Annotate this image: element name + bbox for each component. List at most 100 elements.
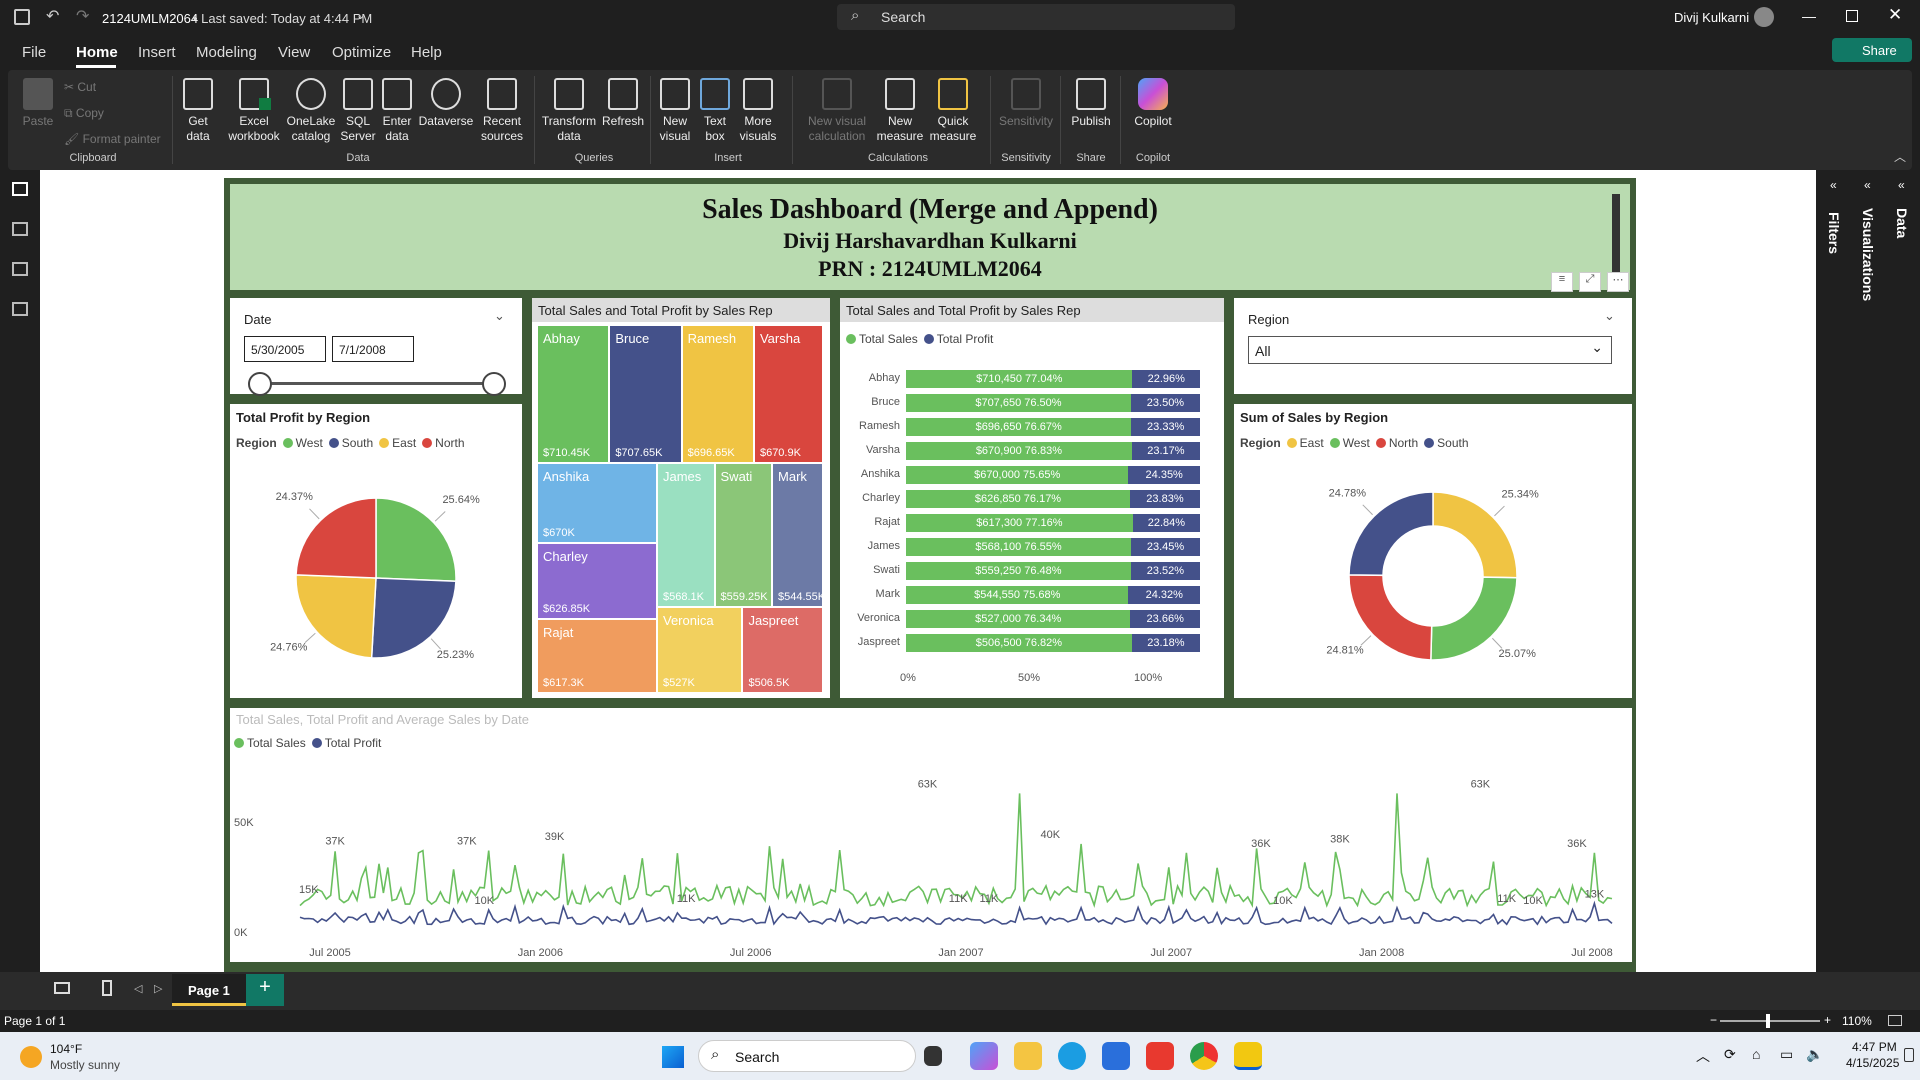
bar-total-profit[interactable]: 23.17% [1131, 442, 1200, 460]
mobile-layout-icon[interactable] [102, 980, 112, 996]
line-chart[interactable]: 50K 0K Jul 2005 Jan 2006 Jul 2006 Jan 2007 Jul… [230, 758, 1632, 962]
zoom-in-icon[interactable]: + [1824, 1013, 1831, 1027]
transform-data-button[interactable]: Transform data [540, 78, 598, 144]
display-icon[interactable]: ▭ [1780, 1046, 1793, 1063]
menu-home[interactable]: Home [76, 44, 118, 61]
collapse-ribbon-icon[interactable]: ︿ [1894, 148, 1906, 165]
bar-total-profit[interactable]: 23.50% [1130, 394, 1200, 412]
enter-data-button[interactable]: Enter data [380, 78, 414, 144]
slice-south[interactable] [1348, 491, 1434, 577]
bar-row[interactable]: James $568,100 76.55% 23.45% [840, 538, 1224, 556]
model-view-icon[interactable] [12, 262, 28, 276]
treemap-tile-james[interactable]: James $568.1K [657, 464, 714, 606]
slice-north[interactable] [295, 497, 377, 579]
tray-chevron-icon[interactable]: ︿ [1696, 1046, 1710, 1066]
copilot-icon[interactable] [970, 1042, 998, 1070]
save-icon[interactable] [14, 9, 30, 25]
bar-total-sales[interactable]: $544,550 75.68% [906, 586, 1129, 604]
undo-icon[interactable]: ↶ [46, 6, 59, 26]
bar-total-profit[interactable]: 24.35% [1128, 466, 1200, 484]
bar-total-sales[interactable]: $527,000 76.34% [906, 610, 1131, 628]
sensitivity-button[interactable]: Sensitivity [996, 78, 1056, 129]
new-visual-calculation-button[interactable]: New visual calculation [798, 78, 876, 144]
table-view-icon[interactable] [12, 222, 28, 236]
end-slider-handle[interactable] [482, 372, 506, 396]
get-data-button[interactable]: Get data [178, 78, 218, 144]
notifications-icon[interactable] [1904, 1048, 1914, 1062]
slice-east[interactable] [295, 574, 377, 659]
zoom-out-icon[interactable]: − [1710, 1013, 1717, 1027]
bar-total-profit[interactable]: 23.66% [1130, 610, 1200, 628]
bar-total-sales[interactable]: $707,650 76.50% [906, 394, 1131, 412]
network-icon[interactable]: ⌂ [1752, 1046, 1760, 1062]
focus-mode-icon[interactable]: ⤢ [1579, 272, 1601, 292]
user-name[interactable]: Divij Kulkarni [1674, 10, 1749, 25]
maximize-icon[interactable] [1846, 10, 1858, 22]
bar-total-profit[interactable]: 23.33% [1131, 418, 1200, 436]
add-page-button[interactable]: + [246, 974, 284, 1006]
paste-button[interactable]: Paste [18, 78, 58, 129]
start-slider-handle[interactable] [248, 372, 272, 396]
bar-row[interactable]: Bruce $707,650 76.50% 23.50% [840, 394, 1224, 412]
recent-sources-button[interactable]: Recent sources [476, 78, 528, 144]
report-view-icon[interactable] [12, 182, 28, 196]
treemap-tile-anshika[interactable]: Anshika $670K [538, 464, 656, 542]
task-view-icon[interactable] [924, 1046, 942, 1066]
publish-button[interactable]: Publish [1066, 78, 1116, 129]
filter-icon[interactable]: ≡ [1551, 272, 1573, 292]
filters-pane[interactable]: Filters [1826, 212, 1842, 254]
format-painter-button[interactable]: 🖌 Format painter [64, 132, 161, 146]
bar-total-sales[interactable]: $568,100 76.55% [906, 538, 1132, 556]
data-pane[interactable]: Data [1894, 208, 1910, 238]
bar-total-profit[interactable]: 22.84% [1132, 514, 1200, 532]
bar-total-sales[interactable]: $696,650 76.67% [906, 418, 1132, 436]
bar-total-sales[interactable]: $626,850 76.17% [906, 490, 1130, 508]
bar-total-sales[interactable]: $710,450 77.04% [906, 370, 1133, 388]
sales-by-region-donut[interactable]: Sum of Sales by Region Region East West Nor… [1230, 400, 1636, 702]
bar-total-profit[interactable]: 24.32% [1128, 586, 1200, 604]
slice-east[interactable] [1432, 491, 1518, 579]
treemap-tile-mark[interactable]: Mark $544.55K [773, 464, 822, 606]
fit-page-icon[interactable] [1888, 1015, 1902, 1026]
windows-start-icon[interactable] [662, 1046, 684, 1068]
treemap-tile-veronica[interactable]: Veronica $527K [657, 608, 742, 692]
onelake-catalog-button[interactable]: OneLake catalog [284, 78, 338, 144]
chrome-icon[interactable] [1190, 1042, 1218, 1070]
bar-row[interactable]: Rajat $617,300 77.16% 22.84% [840, 514, 1224, 532]
treemap-tile-jaspreet[interactable]: Jaspreet $506.5K [743, 608, 822, 692]
wps-icon[interactable] [1146, 1042, 1174, 1070]
copilot-button[interactable]: Copilot [1126, 78, 1180, 129]
menu-help[interactable]: Help [411, 44, 442, 61]
bar-total-sales[interactable]: $617,300 77.16% [906, 514, 1133, 532]
bar-row[interactable]: Veronica $527,000 76.34% 23.66% [840, 610, 1224, 628]
edge-icon[interactable] [1058, 1042, 1086, 1070]
bar-total-profit[interactable]: 22.96% [1132, 370, 1200, 388]
zoom-handle[interactable] [1766, 1014, 1770, 1028]
region-slicer[interactable]: Region ⌄ All ⌄ [1230, 294, 1636, 398]
text-box-button[interactable]: Text box [698, 78, 732, 144]
bar-row[interactable]: Anshika $670,000 75.65% 24.35% [840, 466, 1224, 484]
excel-workbook-button[interactable]: Excel workbook [228, 78, 280, 144]
treemap-tile-bruce[interactable]: Bruce $707.65K [610, 326, 681, 462]
share-button[interactable]: Share [1832, 38, 1912, 62]
bar-total-profit[interactable]: 23.52% [1130, 562, 1200, 580]
end-date-input[interactable]: 7/1/2008 [332, 336, 414, 362]
page-tab[interactable]: Page 1 [172, 974, 246, 1006]
treemap-tile-rajat[interactable]: Rajat $617.3K [538, 620, 656, 692]
visualizations-collapse-icon[interactable]: « [1864, 178, 1871, 192]
bar-total-sales[interactable]: $506,500 76.82% [906, 634, 1132, 652]
zoom-slider[interactable] [1720, 1020, 1820, 1022]
chevron-down-icon[interactable]: ⌄ [494, 308, 505, 324]
sync-icon[interactable]: ⟳ [1724, 1046, 1736, 1063]
clock-date[interactable]: 4/15/2025 [1846, 1056, 1899, 1070]
treemap-tile-abhay[interactable]: Abhay $710.45K [538, 326, 609, 462]
redo-icon[interactable]: ↷ [76, 6, 89, 26]
cut-button[interactable]: ✂ Cut [64, 80, 96, 94]
new-measure-button[interactable]: New measure [876, 78, 924, 144]
bar-total-sales[interactable]: $670,000 75.65% [906, 466, 1129, 484]
profit-by-region-pie[interactable]: Total Profit by Region Region West South Ea… [226, 400, 526, 702]
chevron-down-icon[interactable]: ⌄ [1604, 308, 1615, 324]
visualizations-pane[interactable]: Visualizations [1860, 208, 1876, 301]
close-icon[interactable]: ✕ [1888, 5, 1902, 25]
pie-chart[interactable]: 25.64% 25.23% 24.76% 24.37% [230, 460, 522, 696]
